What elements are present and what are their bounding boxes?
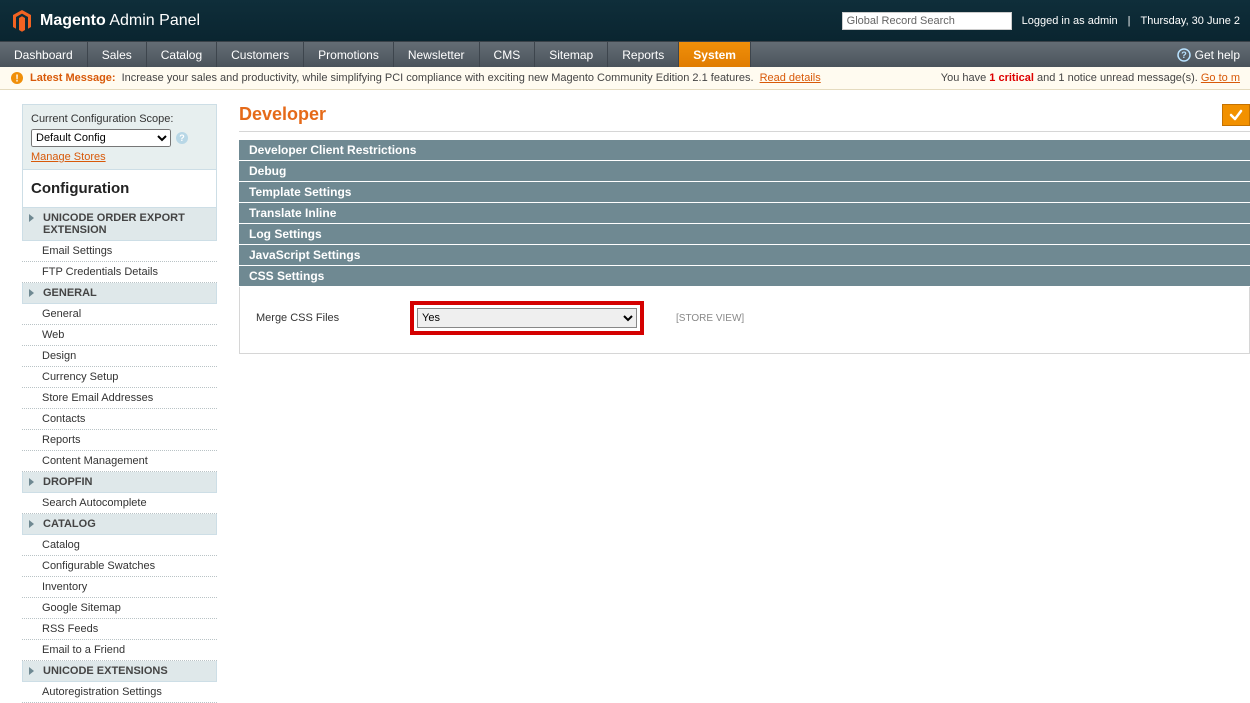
section-log-settings[interactable]: Log Settings bbox=[239, 224, 1250, 245]
menu-system[interactable]: System bbox=[679, 42, 751, 67]
nav-item[interactable]: Web bbox=[22, 325, 217, 346]
nav-item[interactable]: General bbox=[22, 304, 217, 325]
menu-reports[interactable]: Reports bbox=[608, 42, 679, 67]
nav-group-unicode-order-export[interactable]: UNICODE ORDER EXPORT EXTENSION bbox=[22, 208, 217, 241]
nav-item[interactable]: Design bbox=[22, 346, 217, 367]
logged-in-label: Logged in as admin bbox=[1022, 15, 1118, 27]
menu-newsletter[interactable]: Newsletter bbox=[394, 42, 480, 67]
separator: | bbox=[1128, 15, 1131, 27]
global-search-input[interactable] bbox=[842, 12, 1012, 30]
warning-icon: ! bbox=[10, 71, 24, 85]
section-css-settings[interactable]: CSS Settings bbox=[239, 266, 1250, 287]
nav-item[interactable]: Email Settings bbox=[22, 241, 217, 262]
merge-css-label: Merge CSS Files bbox=[250, 312, 410, 324]
latest-message-label: Latest Message: bbox=[30, 72, 116, 84]
nav-item[interactable]: Email to a Friend bbox=[22, 640, 217, 661]
section-debug[interactable]: Debug bbox=[239, 161, 1250, 182]
nav-group-general[interactable]: GENERAL bbox=[22, 283, 217, 304]
section-template-settings[interactable]: Template Settings bbox=[239, 182, 1250, 203]
nav-group-unicode-extensions[interactable]: UNICODE EXTENSIONS bbox=[22, 661, 217, 682]
nav-item[interactable]: Configurable Swatches bbox=[22, 556, 217, 577]
menu-customers[interactable]: Customers bbox=[217, 42, 304, 67]
menu-sitemap[interactable]: Sitemap bbox=[535, 42, 608, 67]
check-icon bbox=[1229, 108, 1243, 122]
nav-item[interactable]: FTP Credentials Details bbox=[22, 262, 217, 283]
nav-item[interactable]: Inventory bbox=[22, 577, 217, 598]
menu-catalog[interactable]: Catalog bbox=[147, 42, 217, 67]
get-help-link[interactable]: ? Get help bbox=[1167, 42, 1250, 67]
nav-item[interactable]: RSS Feeds bbox=[22, 619, 217, 640]
scope-box: Current Configuration Scope: Default Con… bbox=[22, 104, 217, 170]
nav-item[interactable]: Autoregistration Settings bbox=[22, 682, 217, 703]
menu-dashboard[interactable]: Dashboard bbox=[0, 42, 88, 67]
nav-item[interactable]: Currency Setup bbox=[22, 367, 217, 388]
manage-stores-link[interactable]: Manage Stores bbox=[31, 151, 106, 163]
nav-item[interactable]: Reports bbox=[22, 430, 217, 451]
scope-label: Current Configuration Scope: bbox=[31, 113, 208, 125]
menu-promotions[interactable]: Promotions bbox=[304, 42, 394, 67]
highlight-box: Yes bbox=[410, 301, 644, 335]
save-config-button[interactable] bbox=[1222, 104, 1250, 126]
page-title: Developer bbox=[239, 104, 326, 131]
goto-messages-link[interactable]: Go to m bbox=[1201, 72, 1240, 84]
help-icon: ? bbox=[1177, 48, 1191, 62]
notification-bar: ! Latest Message: Increase your sales an… bbox=[0, 67, 1250, 90]
topbar: Magento Admin Panel Logged in as admin |… bbox=[0, 0, 1250, 41]
nav-item[interactable]: Content Management bbox=[22, 451, 217, 472]
date-label: Thursday, 30 June 2 bbox=[1141, 15, 1240, 27]
nav-group-dropfin[interactable]: DROPFIN bbox=[22, 472, 217, 493]
logo: Magento Admin Panel bbox=[10, 9, 200, 33]
nav-item[interactable]: Contacts bbox=[22, 409, 217, 430]
section-translate-inline[interactable]: Translate Inline bbox=[239, 203, 1250, 224]
magento-logo-icon bbox=[10, 9, 34, 33]
content: Developer Developer Client Restrictions … bbox=[217, 104, 1250, 703]
main-menu: Dashboard Sales Catalog Customers Promot… bbox=[0, 41, 1250, 67]
menu-cms[interactable]: CMS bbox=[480, 42, 536, 67]
svg-text:?: ? bbox=[1181, 50, 1187, 60]
brand-text: Magento Admin Panel bbox=[40, 12, 200, 30]
svg-text:!: ! bbox=[15, 74, 18, 85]
config-header: Configuration bbox=[22, 170, 217, 208]
nav-group-catalog[interactable]: CATALOG bbox=[22, 514, 217, 535]
section-javascript-settings[interactable]: JavaScript Settings bbox=[239, 245, 1250, 266]
unread-summary: You have 1 critical and 1 notice unread … bbox=[941, 72, 1240, 84]
read-details-link[interactable]: Read details bbox=[760, 72, 821, 84]
nav-item[interactable]: Search Autocomplete bbox=[22, 493, 217, 514]
menu-sales[interactable]: Sales bbox=[88, 42, 147, 67]
scope-indicator: [STORE VIEW] bbox=[676, 313, 744, 324]
nav-item[interactable]: Store Email Addresses bbox=[22, 388, 217, 409]
scope-help-icon[interactable]: ? bbox=[175, 131, 189, 145]
merge-css-select[interactable]: Yes bbox=[417, 308, 637, 328]
section-body-css: Merge CSS Files Yes [STORE VIEW] bbox=[239, 287, 1250, 354]
svg-text:?: ? bbox=[179, 133, 185, 143]
latest-message-text: Increase your sales and productivity, wh… bbox=[122, 72, 754, 84]
sidebar: Current Configuration Scope: Default Con… bbox=[22, 104, 217, 703]
nav-item[interactable]: Google Sitemap bbox=[22, 598, 217, 619]
scope-select[interactable]: Default Config bbox=[31, 129, 171, 147]
nav-item[interactable]: Catalog bbox=[22, 535, 217, 556]
section-developer-client-restrictions[interactable]: Developer Client Restrictions bbox=[239, 140, 1250, 161]
